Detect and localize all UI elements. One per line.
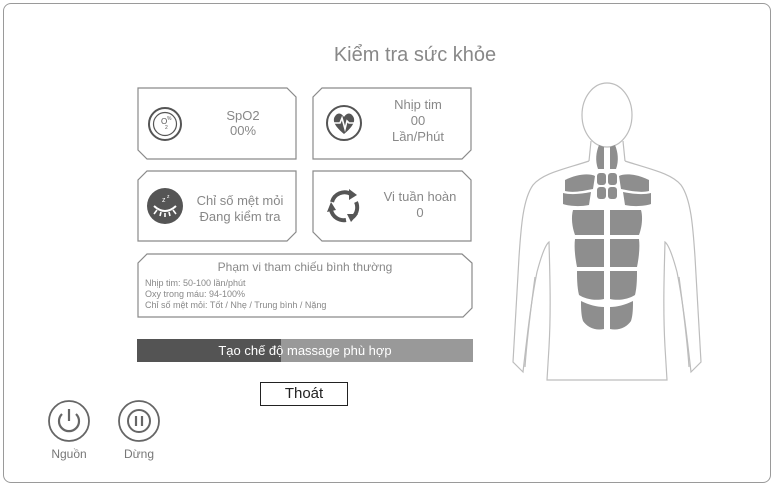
exit-button[interactable]: Thoát (260, 382, 348, 406)
fatigue-card: z z Chỉ số mệt mỏi Đang kiểm tra (137, 170, 297, 242)
sleepy-eye-icon: z z (147, 188, 183, 224)
oxygen-icon: O % 2 (148, 107, 182, 141)
reference-line-heart-rate: Nhịp tim: 50-100 lần/phút (145, 278, 246, 288)
svg-text:%: % (167, 116, 172, 122)
progress-label: Tạo chế độ massage phù hợp (218, 343, 392, 358)
body-figure (512, 82, 702, 381)
power-button[interactable] (47, 399, 91, 443)
heart-rate-value: 00 (410, 113, 426, 128)
reference-heading: Phạm vi tham chiếu bình thường (217, 260, 393, 274)
power-button-label: Nguồn (51, 447, 87, 461)
page-title: Kiểm tra sức khỏe (333, 44, 497, 66)
spo2-card: O % 2 SpO2 00% (137, 87, 297, 160)
circulation-card: Vi tuần hoàn 0 (312, 170, 472, 242)
heart-rate-icon (326, 105, 362, 141)
circulation-value: 0 (416, 205, 424, 220)
svg-text:z: z (162, 197, 166, 204)
reference-line-oxygen: Oxy trong máu: 94-100% (145, 289, 246, 299)
svg-text:2: 2 (165, 125, 168, 131)
circulation-label: Vi tuần hoàn (383, 189, 457, 204)
heart-rate-card: Nhịp tim 00 Lần/Phút (312, 87, 472, 160)
spo2-label: SpO2 (226, 108, 260, 123)
circulation-icon (327, 189, 360, 223)
spo2-value: 00% (229, 123, 257, 138)
reference-range-panel: Phạm vi tham chiếu bình thường Nhịp tim:… (137, 253, 473, 318)
pause-button-label: Dừng (123, 447, 155, 461)
heart-rate-label: Nhịp tim (394, 97, 442, 112)
heart-rate-unit: Lần/Phút (391, 129, 445, 144)
fatigue-value: Đang kiểm tra (199, 209, 281, 224)
fatigue-label: Chỉ số mệt mỏi (196, 193, 284, 208)
massage-progress-bar: Tạo chế độ massage phù hợp (137, 339, 473, 362)
pause-button[interactable] (117, 399, 161, 443)
reference-line-fatigue: Chỉ số mệt mỏi: Tốt / Nhẹ / Trung bình /… (145, 300, 327, 310)
